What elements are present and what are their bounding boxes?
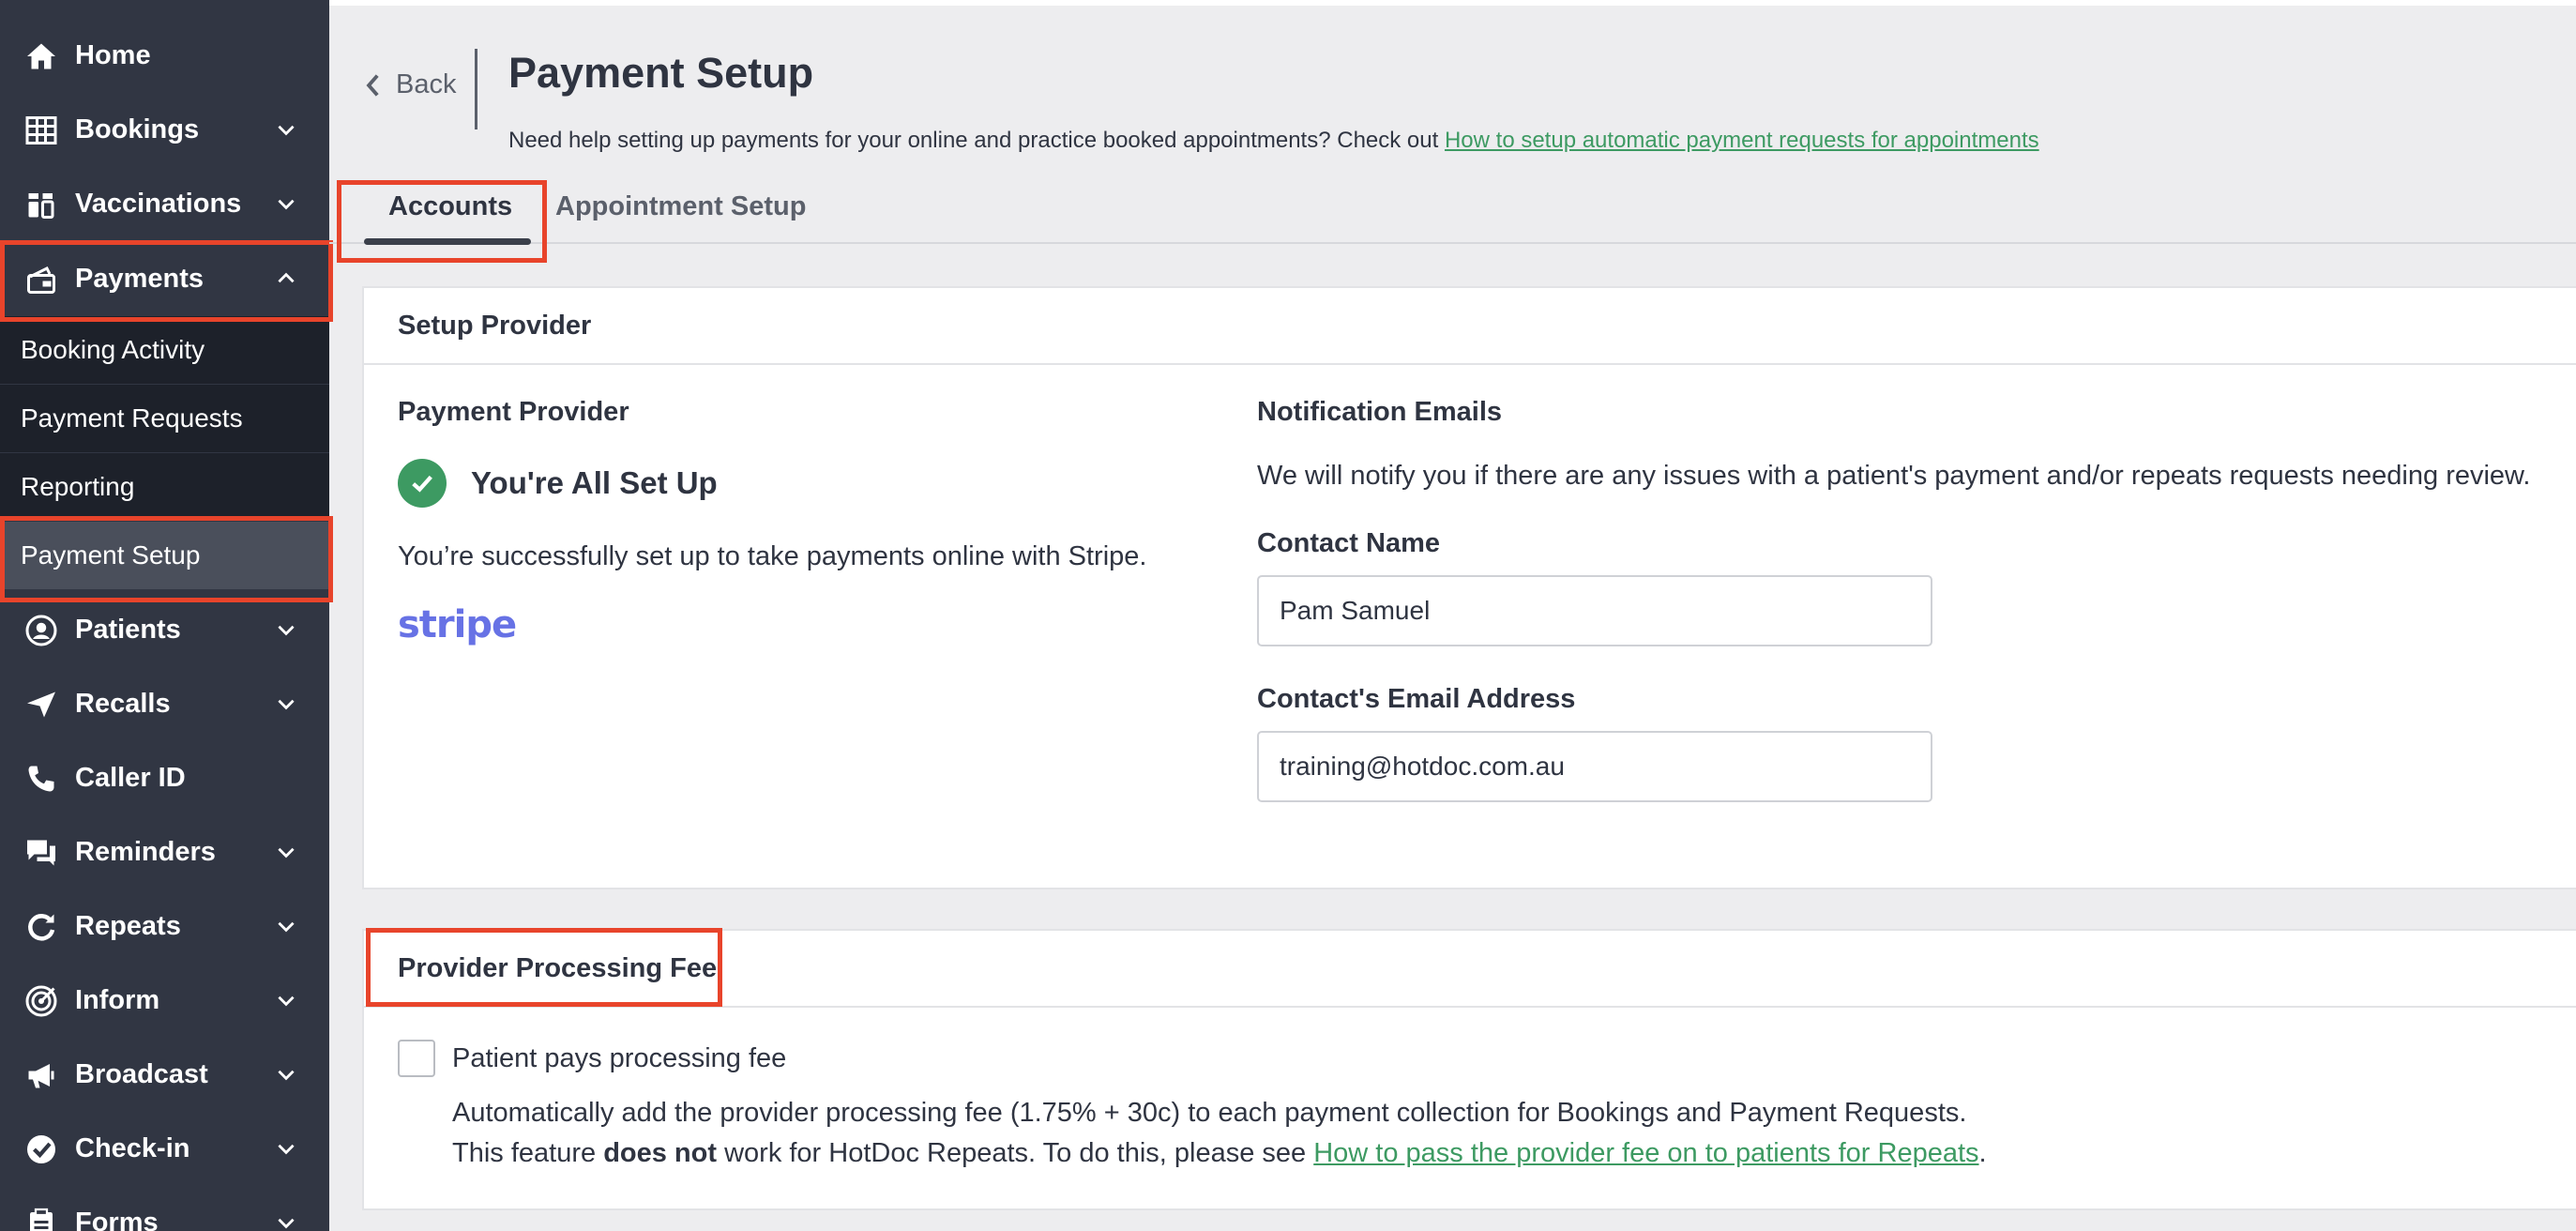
sidebar-item-payments[interactable]: Payments [0, 242, 329, 316]
contact-email-input[interactable] [1257, 731, 1932, 802]
sidebar-item-home[interactable]: Home [0, 19, 329, 93]
clipboard-icon [23, 1205, 60, 1231]
repeats-note: This feature does not work for HotDoc Re… [452, 1138, 1987, 1169]
user-circle-icon [23, 612, 60, 649]
chevron-down-icon [274, 1136, 300, 1163]
chevron-down-icon [274, 1062, 300, 1088]
sidebar-item-caller-id[interactable]: Caller ID [0, 741, 329, 815]
sidebar-item-check-in[interactable]: Check-in [0, 1112, 329, 1186]
sidebar: Home Bookings Vaccinations Payments Book… [0, 0, 329, 1231]
setup-provider-title: Setup Provider [398, 311, 592, 341]
sidebar-item-label: Patients [75, 615, 181, 645]
calendar-grid-icon [23, 112, 60, 149]
refresh-icon [23, 908, 60, 946]
sidebar-item-inform[interactable]: Inform [0, 964, 329, 1038]
check-badge-icon [23, 1131, 60, 1168]
page-title: Payment Setup [508, 49, 814, 97]
chevron-down-icon [274, 191, 300, 218]
payment-provider-label: Payment Provider [398, 397, 629, 427]
sidebar-item-vaccinations[interactable]: Vaccinations [0, 167, 329, 241]
target-icon [23, 982, 60, 1020]
active-tab-indicator [364, 238, 531, 245]
header-divider [475, 49, 477, 129]
chevron-down-icon [274, 1210, 300, 1231]
top-bar [329, 0, 2576, 6]
processing-fee-header: Provider Processing Fee [364, 931, 2576, 1008]
sidebar-item-label: Payments [75, 264, 205, 294]
chat-bubbles-icon [23, 834, 60, 872]
contact-name-input[interactable] [1257, 575, 1932, 646]
chevron-up-icon [274, 266, 300, 293]
processing-fee-title: Provider Processing Fee [398, 953, 718, 983]
repeats-fee-link[interactable]: How to pass the provider fee on to patie… [1313, 1138, 1978, 1168]
stripe-description: You’re successfully set up to take payme… [398, 541, 1147, 571]
sidebar-item-label: Repeats [75, 911, 181, 941]
repeats-note-middle: work for HotDoc Repeats. To do this, ple… [717, 1138, 1314, 1168]
sidebar-item-label: Check-in [75, 1133, 190, 1163]
processing-fee-description: Automatically add the provider processin… [452, 1098, 1967, 1128]
sidebar-item-repeats[interactable]: Repeats [0, 889, 329, 964]
paper-plane-icon [23, 686, 60, 723]
contact-name-label: Contact Name [1257, 528, 1440, 558]
processing-fee-card: Provider Processing Fee Patient pays pro… [362, 929, 2576, 1210]
phone-icon [23, 760, 60, 798]
tab-bar-rule [329, 242, 2576, 244]
chevron-down-icon [274, 691, 300, 718]
help-text-prefix: Need help setting up payments for your o… [508, 128, 1445, 153]
submenu-payment-requests[interactable]: Payment Requests [0, 385, 329, 452]
setup-provider-card: Setup Provider Payment Provider You're A… [362, 286, 2576, 889]
sidebar-item-label: Forms [75, 1208, 159, 1231]
megaphone-icon [23, 1056, 60, 1094]
help-link[interactable]: How to setup automatic payment requests … [1445, 128, 2039, 153]
chevron-down-icon [274, 617, 300, 644]
sidebar-item-reminders[interactable]: Reminders [0, 815, 329, 889]
sidebar-item-label: Recalls [75, 689, 171, 719]
chevron-left-icon [366, 73, 379, 97]
tab-appointment-setup[interactable]: Appointment Setup [555, 191, 806, 222]
sidebar-item-label: Reminders [75, 837, 216, 867]
sidebar-item-forms[interactable]: Forms [0, 1186, 329, 1231]
sidebar-item-bookings[interactable]: Bookings [0, 93, 329, 167]
help-text: Need help setting up payments for your o… [508, 128, 2039, 154]
sidebar-item-label: Home [75, 40, 151, 70]
setup-status: You're All Set Up [471, 465, 718, 500]
chevron-down-icon [274, 988, 300, 1014]
vials-icon [23, 186, 60, 223]
patient-pays-fee-checkbox[interactable] [398, 1040, 435, 1077]
submenu-booking-activity[interactable]: Booking Activity [0, 316, 329, 384]
notification-emails-label: Notification Emails [1257, 397, 1503, 427]
home-icon [23, 38, 60, 75]
submenu-reporting[interactable]: Reporting [0, 453, 329, 521]
sidebar-item-label: Inform [75, 985, 160, 1015]
notification-description: We will notify you if there are any issu… [1257, 461, 2531, 491]
patient-pays-fee-label: Patient pays processing fee [452, 1043, 787, 1073]
back-button[interactable]: Back [362, 69, 456, 100]
setup-provider-header: Setup Provider [364, 288, 2576, 365]
payment-card-icon [23, 261, 60, 298]
sidebar-item-patients[interactable]: Patients [0, 593, 329, 667]
sidebar-item-broadcast[interactable]: Broadcast [0, 1038, 329, 1112]
chevron-down-icon [274, 117, 300, 144]
chevron-down-icon [274, 840, 300, 866]
repeats-note-suffix: . [1978, 1138, 1987, 1168]
back-label: Back [396, 69, 457, 99]
repeats-note-prefix: This feature [452, 1138, 604, 1168]
sidebar-item-label: Vaccinations [75, 189, 242, 219]
sidebar-item-label: Caller ID [75, 763, 186, 793]
tab-accounts[interactable]: Accounts [388, 191, 512, 222]
chevron-down-icon [274, 914, 300, 940]
sidebar-item-label: Bookings [75, 114, 200, 144]
repeats-note-bold: does not [603, 1138, 718, 1168]
sidebar-item-recalls[interactable]: Recalls [0, 667, 329, 741]
sidebar-item-label: Broadcast [75, 1059, 208, 1089]
stripe-logo: stripe [398, 603, 517, 646]
submenu-payment-setup[interactable]: Payment Setup [0, 522, 329, 589]
check-circle-icon [398, 459, 447, 508]
contact-email-label: Contact's Email Address [1257, 684, 1576, 714]
